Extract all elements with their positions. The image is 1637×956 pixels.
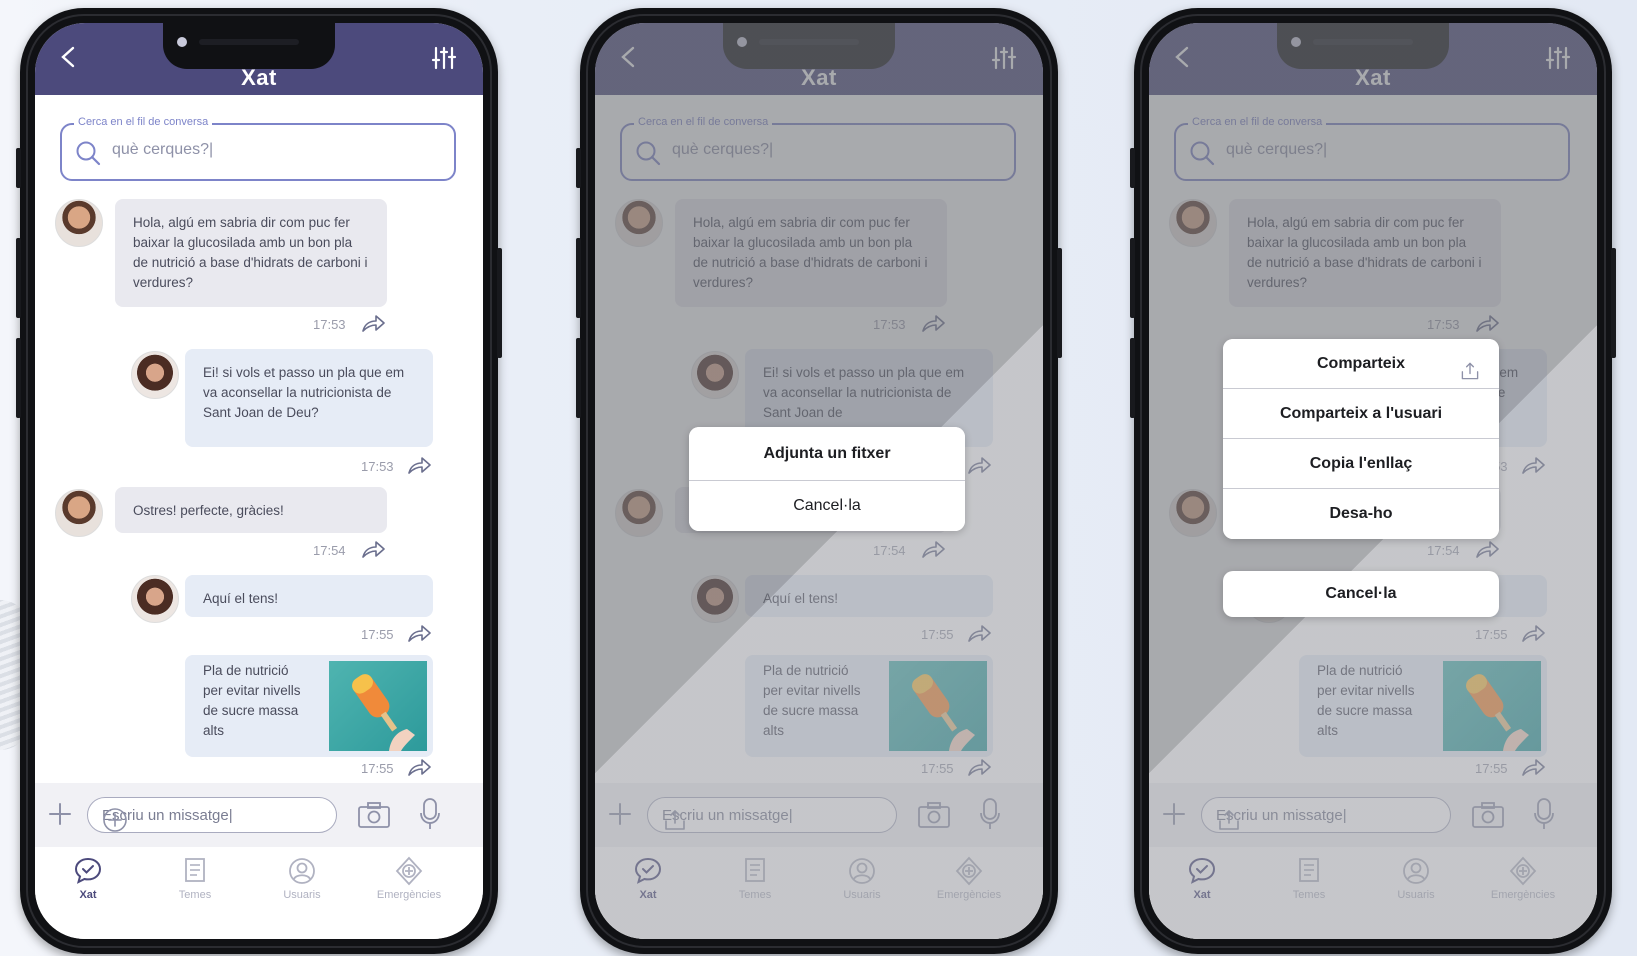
add-circle-icon[interactable]	[102, 807, 128, 833]
image-message[interactable]: Pla de nutrició per evitar nivells de su…	[185, 655, 433, 757]
search-label: Cerca en el fil de conversa	[74, 116, 213, 128]
phone-side-button	[1057, 248, 1062, 358]
share-menu: Comparteix Comparteix a l'usuari Copia l…	[1223, 339, 1499, 539]
tab-emergencies[interactable]: Emergències	[364, 853, 454, 901]
search-input[interactable]: què cerques?|	[112, 141, 213, 159]
phone-side-button	[576, 338, 581, 418]
search-field[interactable]: Cerca en el fil de conversa què cerques?…	[60, 116, 456, 181]
phone-side-button	[1130, 338, 1135, 418]
tab-label: Xat	[79, 889, 97, 901]
phone-mockup: Xat Cerca en el fil de conversa què cerq…	[1130, 8, 1616, 954]
tab-label: Emergències	[376, 889, 442, 901]
plus-icon[interactable]	[47, 801, 73, 827]
share-icon[interactable]	[407, 759, 431, 777]
tab-bar: Xat Temes Usuaris Emergències	[35, 847, 483, 939]
message-bubble[interactable]: Hola, algú em sabria dir com puc fer bai…	[115, 199, 387, 307]
phone-screen: Xat Cerca en el fil de conversa què cerq…	[1149, 23, 1597, 939]
message-time: 17:53	[313, 317, 346, 332]
popsicle-image[interactable]	[329, 661, 427, 751]
tab-label: Temes	[178, 889, 212, 901]
users-icon	[257, 855, 347, 887]
action-sheet: Adjunta un fitxer Cancel·la	[689, 427, 965, 531]
share-icon[interactable]	[407, 625, 431, 643]
tab-temes[interactable]: Temes	[150, 853, 240, 901]
message-time: 17:53	[361, 459, 394, 474]
copy-link-button[interactable]: Copia l'enllaç	[1223, 439, 1499, 489]
phone-mockup: Xat Cerca en el fil de conversa què cerq…	[576, 8, 1062, 954]
phone-side-button	[16, 148, 21, 188]
topics-icon	[150, 855, 240, 887]
message-time: 17:54	[313, 543, 346, 558]
message-time: 17:55	[361, 627, 394, 642]
message-bubble[interactable]: Ei! si vols et passo un pla que em va ac…	[185, 349, 433, 447]
avatar[interactable]	[131, 351, 179, 399]
phone-side-button	[16, 238, 21, 318]
chat-icon	[43, 855, 133, 887]
phone-side-button	[1130, 238, 1135, 318]
microphone-icon[interactable]	[419, 797, 441, 831]
phone-screen: Xat Cerca en el fil de conversa què cerq…	[595, 23, 1043, 939]
tab-label: Usuaris	[283, 889, 321, 901]
share-icon[interactable]	[361, 315, 385, 333]
tab-usuaris[interactable]: Usuaris	[257, 853, 347, 901]
camera-lens	[177, 37, 187, 47]
message-composer: Escriu un missatge|	[35, 783, 483, 847]
phone-mockup: Xat Cerca en el fil de conversa què cerq…	[16, 8, 502, 954]
attach-file-button[interactable]: Adjunta un fitxer	[689, 427, 965, 481]
tab-xat[interactable]: Xat	[43, 853, 133, 901]
share-to-user-button[interactable]: Comparteix a l'usuari	[1223, 389, 1499, 439]
emergency-icon	[364, 855, 454, 887]
phone-side-button	[576, 238, 581, 318]
search-icon	[74, 139, 102, 167]
phone-side-button	[1611, 248, 1616, 358]
cancel-button[interactable]: Cancel·la	[1223, 571, 1499, 617]
message-bubble[interactable]: Aquí el tens!	[185, 575, 433, 617]
avatar[interactable]	[55, 199, 103, 247]
avatar[interactable]	[55, 489, 103, 537]
phone-side-button	[16, 338, 21, 418]
filters-icon[interactable]	[429, 43, 459, 73]
phone-notch	[163, 23, 335, 69]
share-icon[interactable]	[361, 541, 385, 559]
share-button[interactable]: Comparteix	[1223, 339, 1499, 389]
phone-side-button	[497, 248, 502, 358]
camera-icon[interactable]	[357, 801, 391, 829]
save-button[interactable]: Desa-ho	[1223, 489, 1499, 539]
share-icon[interactable]	[407, 457, 431, 475]
message-time: 17:55	[361, 761, 394, 776]
share-label: Comparteix	[1316, 355, 1406, 372]
phone-side-button	[1130, 148, 1135, 188]
speaker-grille	[199, 39, 299, 45]
upload-icon	[1459, 353, 1481, 380]
avatar[interactable]	[131, 575, 179, 623]
phone-screen: Xat Cerca en el fil de conversa què cerq…	[35, 23, 483, 939]
cancel-button[interactable]: Cancel·la	[689, 481, 965, 531]
message-bubble[interactable]: Ostres! perfecte, gràcies!	[115, 487, 387, 533]
message-input[interactable]: Escriu un missatge|	[87, 797, 337, 833]
image-caption: Pla de nutrició per evitar nivells de su…	[203, 663, 301, 738]
phone-side-button	[576, 148, 581, 188]
